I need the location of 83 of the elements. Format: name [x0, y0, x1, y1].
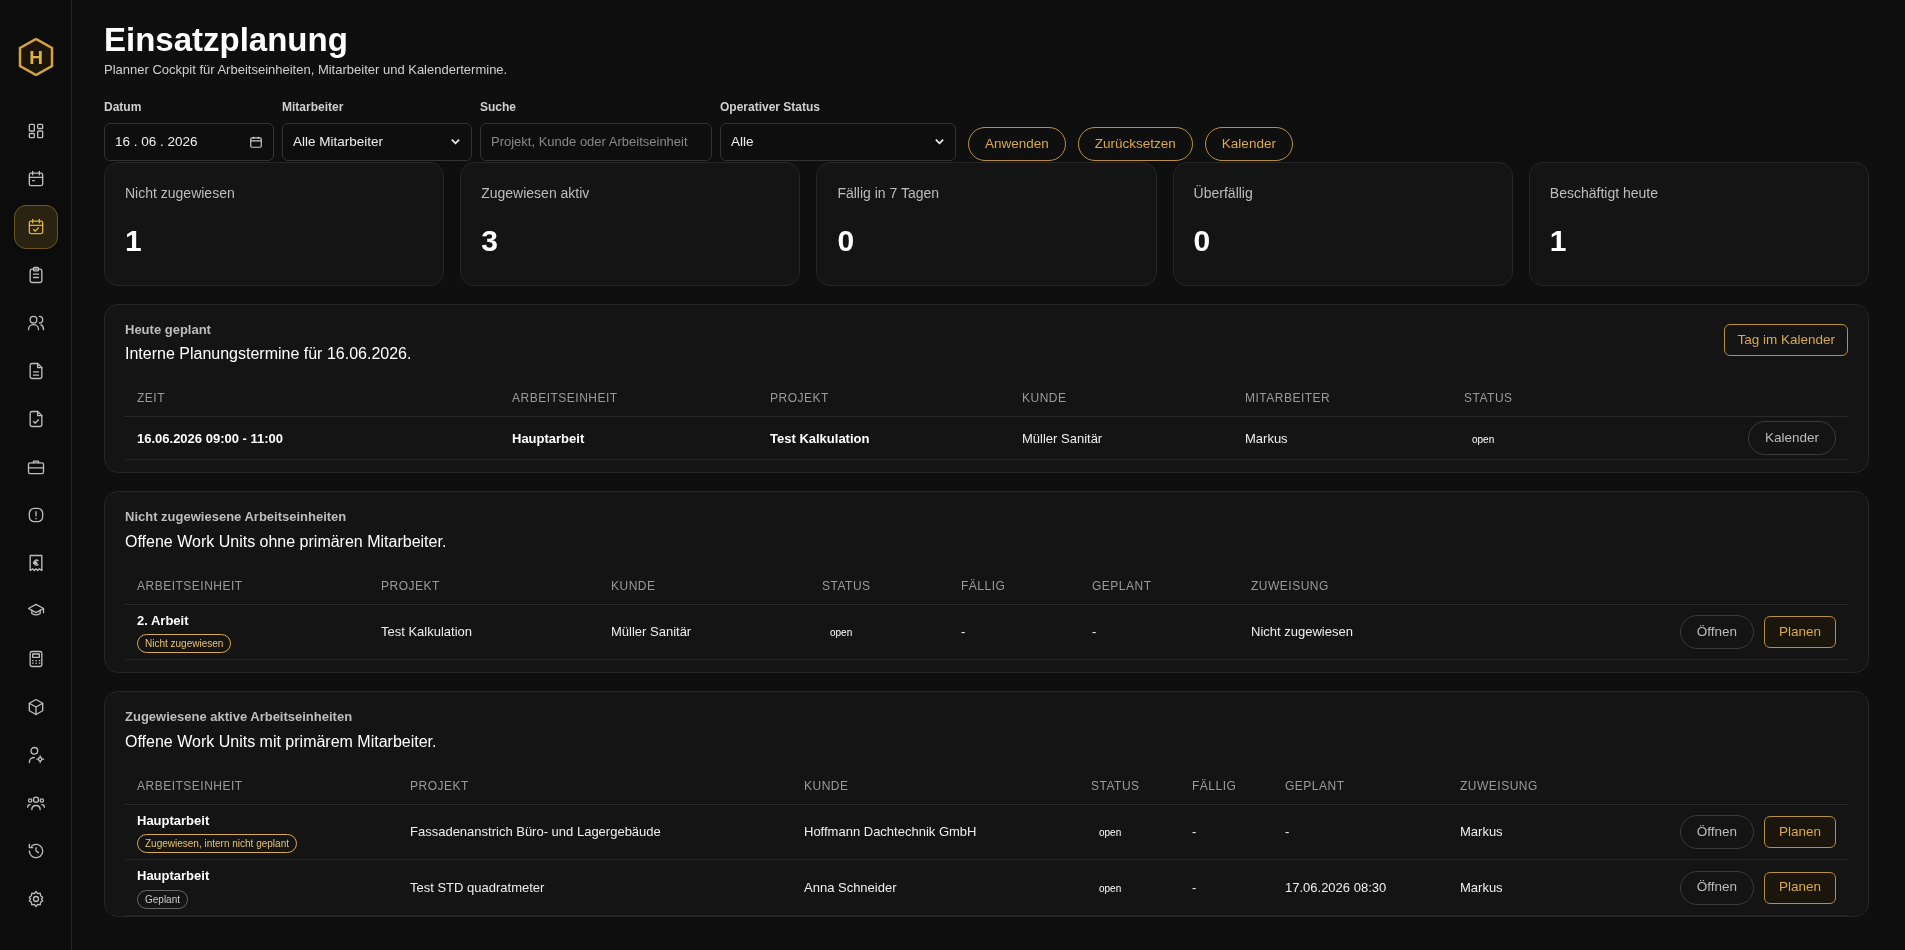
status-text: open: [829, 627, 853, 639]
status-text: open: [1471, 433, 1495, 445]
table-cell: Test Kalkulation: [381, 624, 473, 640]
table-cell: Markus: [1460, 824, 1503, 840]
column-header: STATUS: [810, 566, 949, 605]
logo: H: [17, 38, 54, 76]
section-eyebrow: Heute geplant: [125, 320, 212, 339]
calendar-icon: [249, 134, 263, 149]
table-cell-text: 2. Arbeit: [137, 611, 190, 630]
table-cell-text: Hauptarbeit: [137, 867, 211, 886]
section-title: Interne Planungstermine für 16.06.2026.: [125, 344, 412, 365]
column-header: GEPLANT: [1273, 766, 1448, 805]
stat-label: Zugewiesen aktiv: [481, 183, 591, 203]
field-label: Suche: [480, 98, 517, 116]
plan-button[interactable]: Planen: [1763, 616, 1836, 649]
sidebar-item[interactable]: [13, 205, 58, 249]
select-field[interactable]: Alle: [720, 122, 956, 161]
stat-value: 0: [1193, 225, 1212, 256]
field-label: Datum: [104, 98, 143, 116]
table-cell: Müller Sanitär: [1022, 430, 1103, 446]
column-header: ARBEITSEINHEIT: [125, 566, 369, 605]
column-header: PROJEKT: [369, 566, 599, 605]
column-header: STATUS: [1079, 766, 1180, 805]
table-cell: -: [1285, 824, 1290, 840]
chevron-down-icon: [934, 136, 945, 148]
column-header: STATUS: [1452, 379, 1632, 417]
select-field[interactable]: Alle Mitarbeiter: [282, 122, 472, 161]
column-header: FÄLLIG: [949, 566, 1080, 605]
table-cell: Hauptarbeit: [512, 430, 585, 446]
column-header: KUNDE: [599, 566, 810, 605]
stat-value: 3: [481, 225, 499, 256]
stat-value: 1: [125, 225, 143, 256]
table-cell: Test STD quadratmeter: [410, 879, 545, 895]
stat-label: Fällig in 7 Tagen: [837, 183, 941, 203]
page-title: Einsatzplanung: [104, 22, 348, 59]
section-title: Offene Work Units ohne primären Mitarbeiter.: [125, 531, 447, 552]
search-field[interactable]: Projekt, Kunde oder Arbeitseinheit: [480, 122, 712, 161]
users-icon: [25, 313, 46, 333]
chevron-down-icon: [450, 136, 461, 148]
status-text: open: [1098, 882, 1122, 894]
column-header: ARBEITSEINHEIT: [125, 766, 398, 805]
column-header: ZUWEISUNG: [1448, 766, 1648, 805]
stat-value: 0: [837, 225, 856, 256]
calendar-day-button[interactable]: Tag im Kalender: [1724, 323, 1848, 356]
column-header: PROJEKT: [758, 379, 1010, 417]
table-cell: Nicht zugewiesen: [1251, 624, 1353, 640]
stat-label: Beschäftigt heute: [1549, 183, 1659, 203]
stat-label: Überfällig: [1193, 183, 1254, 203]
section-eyebrow: Zugewiesene aktive Arbeitseinheiten: [125, 708, 354, 727]
table-cell: 16.06.2026 09:00 - 11:00: [137, 430, 283, 446]
column-header: ZEIT: [125, 379, 500, 417]
table-cell: -: [961, 624, 966, 640]
table-cell: Müller Sanitär: [611, 624, 692, 640]
column-header: PROJEKT: [398, 766, 792, 805]
table-cell: -: [1192, 824, 1197, 840]
status-text: open: [1098, 827, 1122, 839]
stat-value: 1: [1549, 225, 1568, 256]
column-header: ZUWEISUNG: [1239, 566, 1519, 605]
section-eyebrow: Nicht zugewiesene Arbeitseinheiten: [125, 508, 348, 527]
section-title: Offene Work Units mit primärem Mitarbeiter.: [125, 731, 437, 752]
column-header: FÄLLIG: [1180, 766, 1273, 805]
column-header: KUNDE: [792, 766, 1079, 805]
column-header: ARBEITSEINHEIT: [500, 379, 758, 417]
field-label: Mitarbeiter: [282, 98, 345, 116]
plan-button[interactable]: Planen: [1763, 816, 1836, 849]
column-header: MITARBEITER: [1233, 379, 1452, 417]
table-cell: -: [1092, 624, 1097, 640]
table-cell: Markus: [1245, 430, 1288, 446]
table-cell: Hoffmann Dachtechnik GmbH: [804, 824, 977, 840]
stat-label: Nicht zugewiesen: [125, 183, 236, 203]
page-subtitle: Planner Cockpit für Arbeitseinheiten, Mitarbeiter und Kalendertermine.: [104, 61, 509, 80]
table-cell: Anna Schneider: [804, 879, 897, 895]
field-label: Operativer Status: [720, 98, 822, 116]
date-field[interactable]: 16 . 06 . 2026: [104, 122, 274, 161]
table-cell: Fassadenanstrich Büro- und Lagergebäude: [410, 824, 661, 840]
plan-button[interactable]: Planen: [1763, 871, 1836, 904]
column-header: GEPLANT: [1080, 566, 1239, 605]
table-cell: Test Kalkulation: [770, 430, 870, 446]
table-cell-text: Hauptarbeit: [137, 811, 211, 830]
column-header: KUNDE: [1010, 379, 1233, 417]
table-cell: Markus: [1460, 879, 1503, 895]
table-cell: -: [1192, 879, 1197, 895]
table-cell: 17.06.2026 08:30: [1285, 879, 1387, 895]
